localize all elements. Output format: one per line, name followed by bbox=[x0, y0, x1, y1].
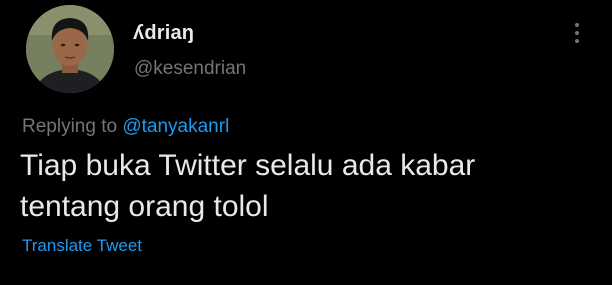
reply-prefix: Replying to bbox=[22, 116, 123, 137]
tweet-text-line: tentang orang tolol bbox=[20, 190, 269, 223]
display-name[interactable]: ʎdriaŋ bbox=[133, 22, 194, 45]
tweet-text-line: Tiap buka Twitter selalu ada kabar bbox=[20, 149, 476, 182]
avatar[interactable] bbox=[26, 5, 114, 93]
translate-tweet-link[interactable]: Translate Tweet bbox=[22, 236, 142, 256]
more-vertical-icon[interactable] bbox=[570, 20, 584, 46]
reply-mention-link[interactable]: @tanyakanrl bbox=[122, 116, 229, 137]
reply-context: Replying to @tanyakanrl bbox=[22, 116, 229, 138]
user-handle[interactable]: @kesendrian bbox=[134, 58, 246, 80]
avatar-image bbox=[26, 5, 114, 93]
tweet-text: Tiap buka Twitter selalu ada kabar tenta… bbox=[20, 145, 590, 227]
tweet-card: ʎdriaŋ @kesendrian Replying to @tanyakan… bbox=[0, 0, 612, 285]
